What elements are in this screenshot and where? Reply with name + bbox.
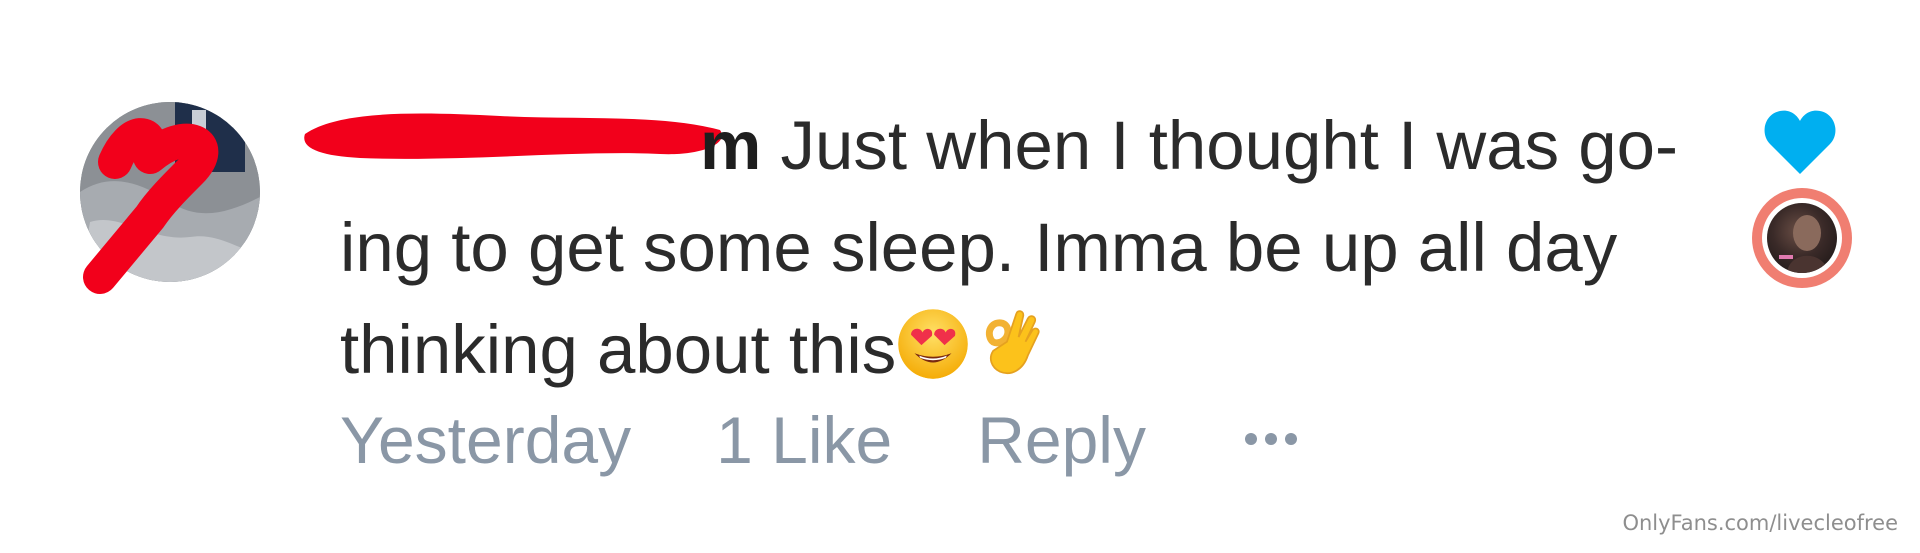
ok-hand-emoji — [986, 310, 1040, 374]
username-fragment[interactable]: m — [700, 107, 761, 184]
avatar-photo — [80, 102, 260, 282]
heart-eyes-emoji — [898, 309, 968, 379]
heart-icon[interactable] — [1762, 108, 1838, 176]
watermark: OnlyFans.com/livecleofree — [1622, 511, 1898, 535]
reply-button[interactable]: Reply — [977, 400, 1146, 480]
commenter-avatar[interactable] — [80, 102, 260, 282]
comment-text-line-2: ing to get some sleep. Imma be up all da… — [340, 209, 1618, 286]
comment-text-line-3: thinking about this — [340, 311, 897, 388]
ellipsis-icon[interactable] — [1241, 429, 1301, 449]
comment-screenshot: m Just when I thought I was go- ing to g… — [0, 0, 1920, 553]
like-count[interactable]: 1 Like — [716, 400, 892, 480]
comment-timestamp: Yesterday — [340, 403, 632, 477]
creator-liked-avatar[interactable] — [1752, 188, 1852, 288]
comment-meta: Yesterday 1 Like Reply — [340, 400, 1301, 480]
comment-text-line-1: Just when I thought I was go- — [761, 107, 1679, 184]
creator-photo-shape — [1779, 215, 1829, 273]
creator-avatar-photo — [1767, 203, 1837, 273]
comment-body: m Just when I thought I was go- ing to g… — [340, 95, 1680, 401]
